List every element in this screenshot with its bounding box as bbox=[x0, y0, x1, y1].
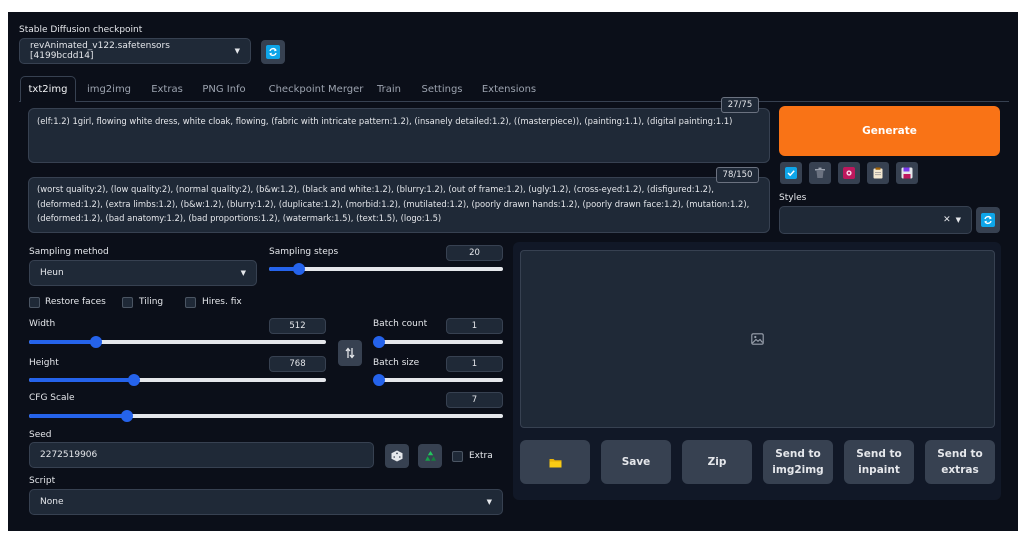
slider-thumb[interactable] bbox=[121, 410, 134, 422]
tab-extras[interactable]: Extras bbox=[144, 76, 190, 102]
toolbar-paste-button[interactable] bbox=[867, 162, 889, 184]
seed-input[interactable]: 2272519906 bbox=[29, 442, 374, 468]
save-icon bbox=[901, 167, 913, 179]
batch-size-slider[interactable] bbox=[373, 374, 503, 386]
tab-extensions[interactable]: Extensions bbox=[476, 76, 542, 102]
prompt-token-counter: 27/75 bbox=[721, 97, 759, 113]
tab-checkpoint-merger[interactable]: Checkpoint Merger bbox=[260, 76, 372, 102]
batch-count-input[interactable]: 1 bbox=[446, 318, 503, 334]
chevron-down-icon: ▼ bbox=[240, 269, 246, 277]
extra-seed-checkbox[interactable] bbox=[452, 451, 463, 462]
width-input[interactable]: 512 bbox=[269, 318, 326, 334]
send-to-inpaint-button[interactable]: Send to inpaint bbox=[844, 440, 914, 484]
batch-count-label: Batch count bbox=[373, 319, 428, 329]
tab-img2img[interactable]: img2img bbox=[80, 76, 138, 102]
slider-thumb[interactable] bbox=[373, 336, 385, 348]
checkpoint-value: revAnimated_v122.safetensors [4199bcdd14… bbox=[30, 41, 170, 61]
sampling-method-value: Heun bbox=[40, 268, 64, 278]
save-button[interactable]: Save bbox=[601, 440, 671, 484]
slider-thumb[interactable] bbox=[90, 336, 103, 348]
chevron-down-icon: ▼ bbox=[955, 216, 961, 224]
tiling-label: Tiling bbox=[139, 297, 164, 307]
refresh-checkpoint-button[interactable] bbox=[261, 40, 285, 64]
refresh-icon bbox=[981, 213, 995, 227]
negative-token-counter: 78/150 bbox=[716, 167, 759, 183]
slider-thumb[interactable] bbox=[292, 263, 305, 275]
palette-icon bbox=[843, 167, 855, 179]
sampling-method-label: Sampling method bbox=[29, 247, 109, 257]
slider-fill bbox=[29, 378, 135, 382]
script-dropdown[interactable]: None ▼ bbox=[29, 489, 503, 515]
clear-styles-icon[interactable]: ✕ bbox=[943, 215, 951, 225]
swap-icon bbox=[345, 347, 355, 359]
output-image-area[interactable] bbox=[520, 250, 995, 428]
restore-faces-label: Restore faces bbox=[45, 297, 106, 307]
random-seed-button[interactable] bbox=[385, 444, 409, 468]
checkpoint-dropdown[interactable]: revAnimated_v122.safetensors [4199bcdd14… bbox=[19, 38, 251, 64]
slider-fill bbox=[29, 414, 128, 418]
toolbar-save-style-button[interactable] bbox=[896, 162, 918, 184]
generate-button[interactable]: Generate bbox=[779, 106, 1000, 156]
slider-thumb[interactable] bbox=[128, 374, 141, 386]
height-slider[interactable] bbox=[29, 374, 326, 386]
batch-size-input[interactable]: 1 bbox=[446, 356, 503, 372]
recycle-icon bbox=[424, 450, 436, 461]
swap-dimensions-button[interactable] bbox=[338, 340, 362, 366]
hires-fix-checkbox[interactable] bbox=[185, 297, 196, 308]
tab-train[interactable]: Train bbox=[372, 76, 406, 102]
slider-thumb[interactable] bbox=[373, 374, 385, 386]
tab-settings[interactable]: Settings bbox=[414, 76, 470, 102]
width-label: Width bbox=[29, 319, 56, 329]
send-to-extras-button[interactable]: Send to extras bbox=[925, 440, 995, 484]
seed-label: Seed bbox=[29, 430, 52, 440]
webui-window: Stable Diffusion checkpoint revAnimated_… bbox=[8, 12, 1018, 531]
height-input[interactable]: 768 bbox=[269, 356, 326, 372]
cfg-scale-label: CFG Scale bbox=[29, 393, 75, 403]
sampling-steps-input[interactable]: 20 bbox=[446, 245, 503, 261]
restore-faces-checkbox[interactable] bbox=[29, 297, 40, 308]
chevron-down-icon: ▼ bbox=[486, 498, 492, 506]
refresh-styles-button[interactable] bbox=[976, 207, 1000, 233]
tiling-checkbox[interactable] bbox=[122, 297, 133, 308]
clipboard-icon bbox=[873, 167, 883, 179]
send-to-img2img-button[interactable]: Send to img2img bbox=[763, 440, 833, 484]
checkbox-icon bbox=[785, 167, 797, 179]
chevron-down-icon: ▼ bbox=[234, 47, 240, 55]
checkpoint-label: Stable Diffusion checkpoint bbox=[19, 25, 143, 35]
tab-png-info[interactable]: PNG Info bbox=[196, 76, 252, 102]
zip-button[interactable]: Zip bbox=[682, 440, 752, 484]
image-icon bbox=[751, 333, 764, 345]
seed-value: 2272519906 bbox=[40, 450, 98, 460]
script-label: Script bbox=[29, 476, 56, 486]
styles-label: Styles bbox=[779, 193, 807, 203]
sampling-method-dropdown[interactable]: Heun ▼ bbox=[29, 260, 257, 286]
batch-size-label: Batch size bbox=[373, 358, 420, 368]
folder-icon bbox=[549, 458, 561, 467]
reuse-seed-button[interactable] bbox=[418, 444, 442, 468]
height-label: Height bbox=[29, 358, 59, 368]
trash-icon bbox=[815, 167, 825, 178]
width-slider[interactable] bbox=[29, 336, 326, 348]
hires-fix-label: Hires. fix bbox=[202, 297, 242, 307]
styles-dropdown[interactable]: ✕ ▼ bbox=[779, 206, 972, 234]
toolbar-trash-button[interactable] bbox=[809, 162, 831, 184]
negative-prompt-textarea[interactable]: (worst quality:2), (low quality:2), (nor… bbox=[28, 177, 770, 233]
cfg-scale-slider[interactable] bbox=[29, 410, 503, 422]
toolbar-style-button[interactable] bbox=[838, 162, 860, 184]
cfg-scale-input[interactable]: 7 bbox=[446, 392, 503, 408]
batch-count-slider[interactable] bbox=[373, 336, 503, 348]
script-value: None bbox=[40, 497, 64, 507]
sampling-steps-label: Sampling steps bbox=[269, 247, 339, 257]
sampling-steps-slider[interactable] bbox=[269, 263, 503, 275]
slider-fill bbox=[29, 340, 97, 344]
open-folder-button[interactable] bbox=[520, 440, 590, 484]
tab-txt2img[interactable]: txt2img bbox=[20, 76, 76, 102]
extra-seed-label: Extra bbox=[469, 451, 493, 461]
toolbar-apply-button[interactable] bbox=[780, 162, 802, 184]
dice-icon bbox=[391, 450, 403, 462]
prompt-textarea[interactable]: (elf:1.2) 1girl, flowing white dress, wh… bbox=[28, 108, 770, 163]
refresh-icon bbox=[266, 45, 280, 59]
